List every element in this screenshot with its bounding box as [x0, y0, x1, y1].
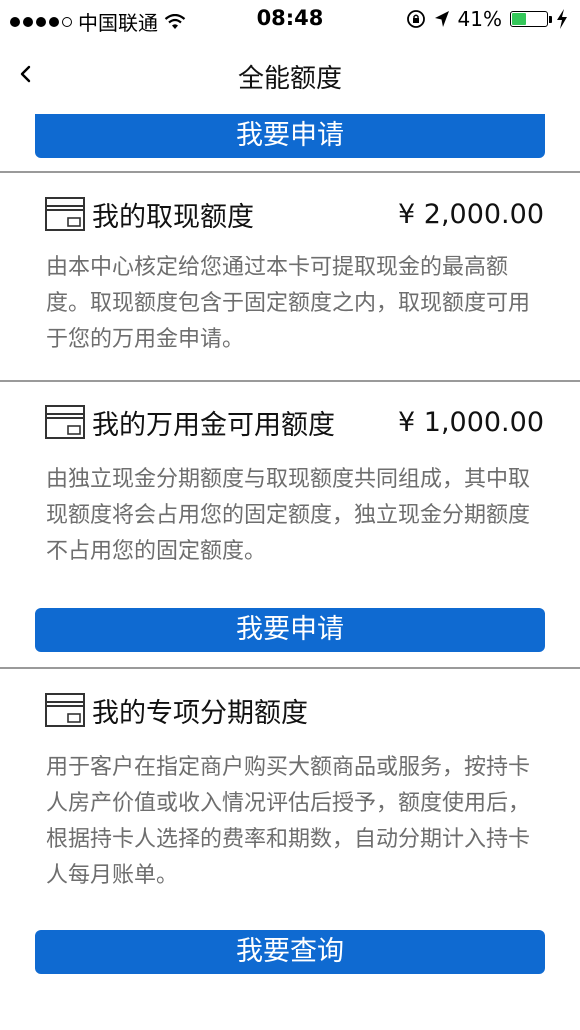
location-arrow-icon: [434, 11, 449, 27]
card-icon: [45, 197, 85, 231]
card-icon: [45, 405, 85, 439]
charging-bolt-icon: [557, 9, 567, 29]
section-amount: ¥ 1,000.00: [398, 406, 544, 438]
section-description: 用于客户在指定商户购买大额商品或服务，按持卡人房产价值或收入情况评估后授予，额度…: [46, 755, 531, 888]
section-amount: ¥ 2,000.00: [398, 198, 544, 230]
section-divider: [0, 380, 580, 382]
section-title: 我的万用金可用额度: [92, 409, 335, 441]
card-icon: [45, 693, 85, 727]
section-title: 我的取现额度: [92, 201, 254, 233]
section-header: 我的专项分期额度: [44, 688, 544, 732]
section-description: 由独立现金分期额度与取现额度共同组成，其中取现额度将会占用您的固定额度，独立现金…: [46, 467, 531, 564]
apply-button[interactable]: 我要申请: [35, 608, 545, 652]
section-header: 我的取现额度 ¥ 2,000.00: [44, 192, 544, 236]
apply-button-top[interactable]: 我要申请: [35, 114, 545, 158]
status-bar: 中国联通 08:48 41%: [0, 0, 580, 40]
battery-percent: 41%: [457, 7, 502, 31]
content-area[interactable]: 我要申请 我的取现额度 ¥ 2,000.00 由本中心核定给您通过本卡可提取现金…: [0, 114, 580, 1030]
section-description: 由本中心核定给您通过本卡可提取现金的最高额度。取现额度包含于固定额度之内，取现额…: [46, 255, 531, 352]
navigation-bar: 全能额度: [0, 40, 580, 114]
section-title: 我的专项分期额度: [92, 697, 308, 729]
status-right: 41%: [406, 7, 568, 31]
section-divider: [0, 171, 580, 173]
section-header: 我的万用金可用额度 ¥ 1,000.00: [44, 400, 544, 444]
page-title: 全能额度: [237, 64, 342, 94]
query-button[interactable]: 我要查询: [35, 930, 545, 974]
orientation-lock-icon: [406, 10, 425, 28]
section-divider: [0, 667, 580, 669]
battery-icon: [510, 11, 552, 27]
